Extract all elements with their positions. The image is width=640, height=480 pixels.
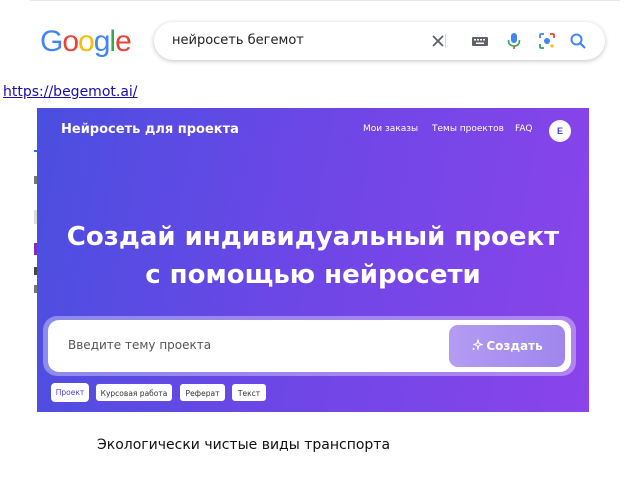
lens-icon[interactable] — [537, 31, 557, 51]
caption-text: Экологически чистые виды транспорта — [97, 437, 391, 453]
logo-letter: g — [93, 25, 111, 58]
nav-project-topics[interactable]: Темы проектов — [432, 124, 504, 134]
search-input[interactable]: нейросеть бегемот — [172, 33, 304, 48]
logo-letter: G — [40, 25, 63, 58]
chip-project[interactable]: Проект — [51, 383, 89, 402]
result-url-link[interactable]: https://begemot.ai/ — [3, 84, 138, 100]
chip-coursework[interactable]: Курсовая работа — [95, 383, 173, 402]
topic-input-placeholder: Введите тему проекта — [68, 338, 212, 352]
search-divider — [445, 34, 446, 48]
create-button[interactable]: Создать — [449, 325, 565, 367]
hero-line-1: Создай индивидуальный проект — [66, 222, 560, 252]
site-preview: Нейросеть для проекта Мои заказы Темы пр… — [37, 108, 589, 412]
screen: Google нейросеть бегемот https://begemot… — [0, 0, 640, 480]
search-bar[interactable]: нейросеть бегемот — [154, 22, 605, 60]
hero-line-2: с помощью нейросети — [145, 260, 481, 290]
keyboard-icon[interactable] — [470, 31, 490, 51]
nav-my-orders[interactable]: Мои заказы — [363, 124, 418, 134]
sparkle-icon — [472, 338, 484, 351]
hero-title: Создай индивидуальный проект с помощью н… — [37, 218, 589, 294]
logo-letter: o — [78, 25, 95, 58]
logo-letter: o — [62, 25, 79, 58]
nav-faq[interactable]: FAQ — [515, 124, 532, 134]
chip-essay[interactable]: Реферат — [179, 383, 226, 402]
google-logo[interactable]: Google — [40, 24, 132, 60]
divider — [30, 0, 620, 1]
logo-letter: e — [115, 25, 132, 58]
search-icon[interactable] — [568, 31, 588, 51]
avatar[interactable]: E — [549, 120, 571, 142]
topic-input-wrapper: Введите тему проекта Создать — [43, 316, 576, 376]
chip-text[interactable]: Текст — [231, 383, 267, 402]
mic-icon[interactable] — [504, 31, 524, 51]
create-button-label: Создать — [486, 339, 543, 353]
topic-input[interactable]: Введите тему проекта Создать — [48, 320, 571, 372]
site-brand[interactable]: Нейросеть для проекта — [61, 122, 239, 137]
